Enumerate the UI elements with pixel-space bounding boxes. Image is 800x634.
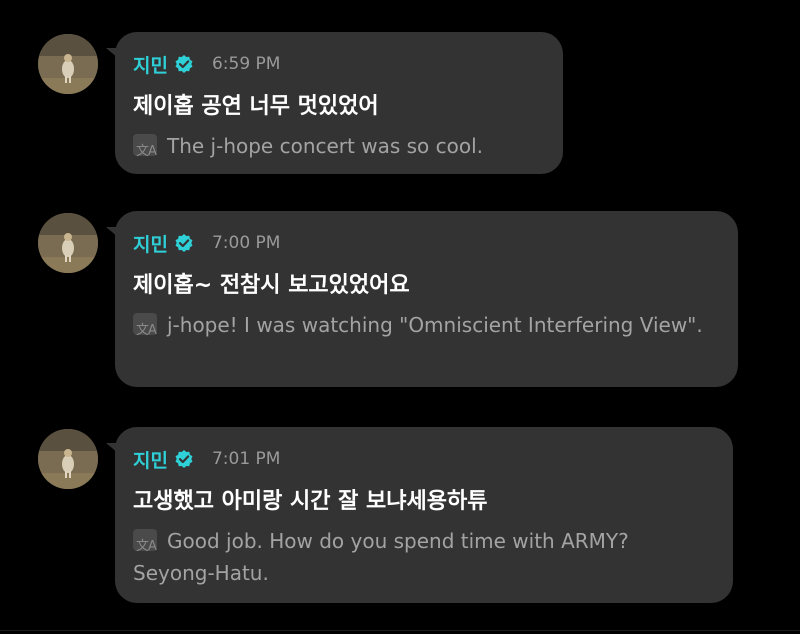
translation-text: The j-hope concert was so cool. [167, 134, 484, 158]
translation-row: 文A j-hope! I was watching "Omniscient Int… [133, 309, 716, 341]
translation-row: 文A The j-hope concert was so cool. [133, 130, 541, 162]
divider [0, 630, 800, 631]
message-time: 7:01 PM [211, 449, 281, 469]
message-text: 제이홉~ 전참시 보고있었어요 [133, 273, 410, 298]
sender-name[interactable]: 지민 [133, 51, 168, 78]
translation-row: 文A Good job. How do you spend time with A… [133, 525, 711, 589]
message-time: 7:00 PM [211, 233, 281, 253]
verified-badge-icon [175, 234, 193, 252]
avatar[interactable] [38, 429, 98, 489]
sender-name[interactable]: 지민 [133, 446, 168, 473]
message-bubble: 지민 7:00 PM 제이홉~ 전참시 보고있었어요 文A j-hope! I w… [106, 211, 738, 387]
translate-icon: 文A [133, 313, 157, 338]
translation-text: j-hope! I was watching "Omniscient Inter… [167, 313, 703, 337]
message-header: 지민 7:01 PM [133, 446, 711, 473]
avatar-image [38, 429, 98, 489]
sender-name[interactable]: 지민 [133, 230, 168, 257]
avatar-image [38, 213, 98, 273]
avatar[interactable] [38, 34, 98, 94]
message-text: 제이홉 공연 너무 멋있었어 [133, 94, 379, 119]
message-header: 지민 7:00 PM [133, 230, 716, 257]
verified-badge-icon [175, 450, 193, 468]
message-bubble: 지민 7:01 PM 고생했고 아미랑 시간 잘 보냐세용하튜 文A Good j… [106, 427, 733, 603]
avatar[interactable] [38, 213, 98, 273]
message-time: 6:59 PM [211, 54, 281, 74]
translate-icon: 文A [133, 529, 157, 554]
message-header: 지민 6:59 PM [133, 51, 541, 78]
message-text: 고생했고 아미랑 시간 잘 보냐세용하튜 [133, 489, 488, 514]
translation-text: Good job. How do you spend time with ARM… [133, 529, 629, 585]
avatar-image [38, 34, 98, 94]
verified-badge-icon [175, 55, 193, 73]
message-bubble: 지민 6:59 PM 제이홉 공연 너무 멋있었어 文A The j-hope c… [106, 32, 563, 174]
translate-icon: 文A [133, 134, 157, 159]
